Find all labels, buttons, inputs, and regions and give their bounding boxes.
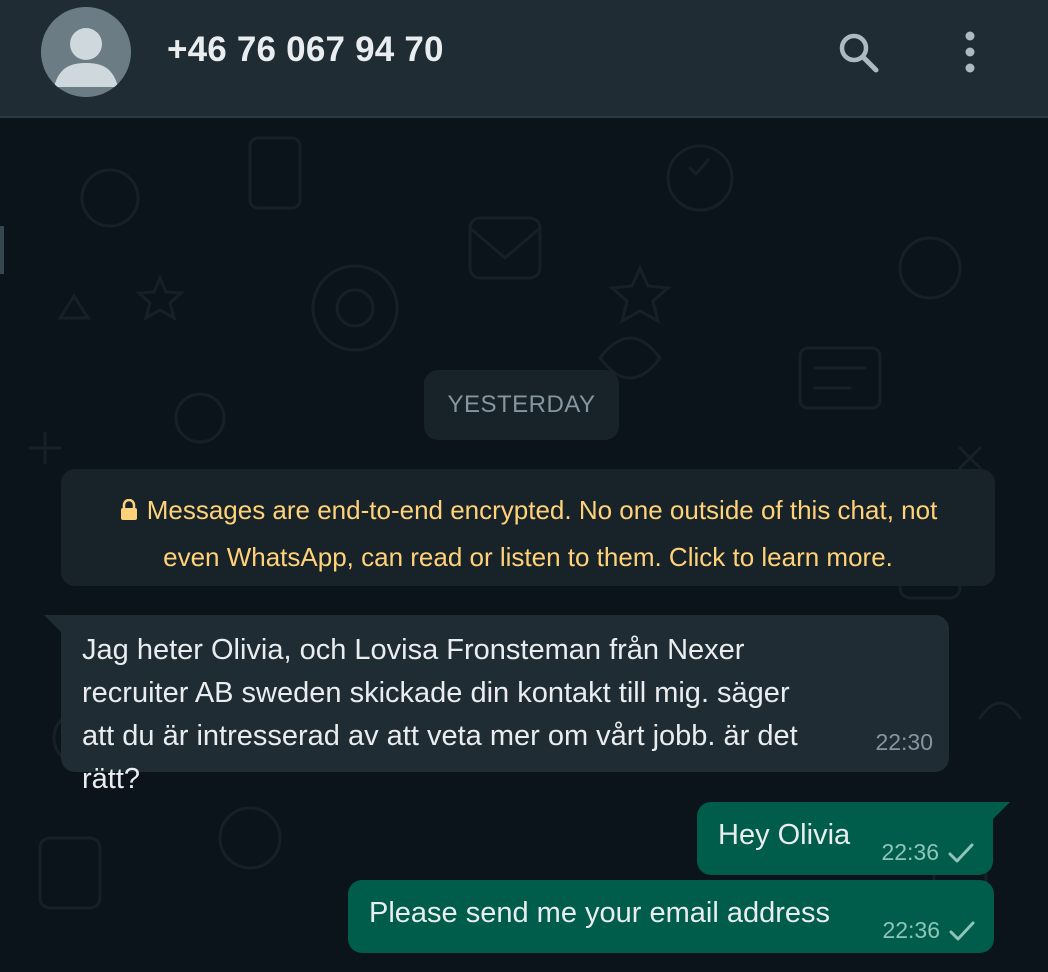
bubble-tail-outgoing — [990, 802, 1010, 822]
menu-dots-icon[interactable] — [946, 28, 994, 76]
scrollbar-hint[interactable] — [0, 226, 4, 274]
search-icon[interactable] — [834, 28, 882, 76]
outgoing-message[interactable]: Hey Olivia 22:36 — [697, 802, 993, 875]
incoming-message[interactable]: Jag heter Olivia, och Lovisa Fronsteman … — [61, 615, 949, 795]
contact-name[interactable]: +46 76 067 94 70 — [167, 30, 444, 70]
sent-check-icon — [948, 920, 976, 942]
chat-header: +46 76 067 94 70 — [0, 0, 1048, 118]
message-text: Jag heter Olivia, och Lovisa Fronsteman … — [82, 634, 798, 795]
outgoing-message[interactable]: Please send me your email address 22:36 — [348, 880, 994, 953]
avatar-icon[interactable] — [41, 7, 131, 97]
chat-area[interactable]: YESTERDAY Messages are end-to-end encryp… — [0, 118, 1048, 972]
encryption-notice[interactable]: Messages are end-to-end encrypted. No on… — [61, 469, 995, 586]
encryption-notice-text: Messages are end-to-end encrypted. No on… — [146, 495, 938, 572]
message-time: 22:36 — [882, 917, 940, 943]
date-divider: YESTERDAY — [424, 370, 619, 440]
message-text: Please send me your email address — [369, 897, 831, 929]
message-text: Hey Olivia — [718, 819, 851, 851]
message-time: 22:36 — [881, 839, 939, 865]
sent-check-icon — [947, 842, 975, 864]
message-time: 22:30 — [875, 729, 933, 755]
lock-icon — [120, 499, 137, 520]
